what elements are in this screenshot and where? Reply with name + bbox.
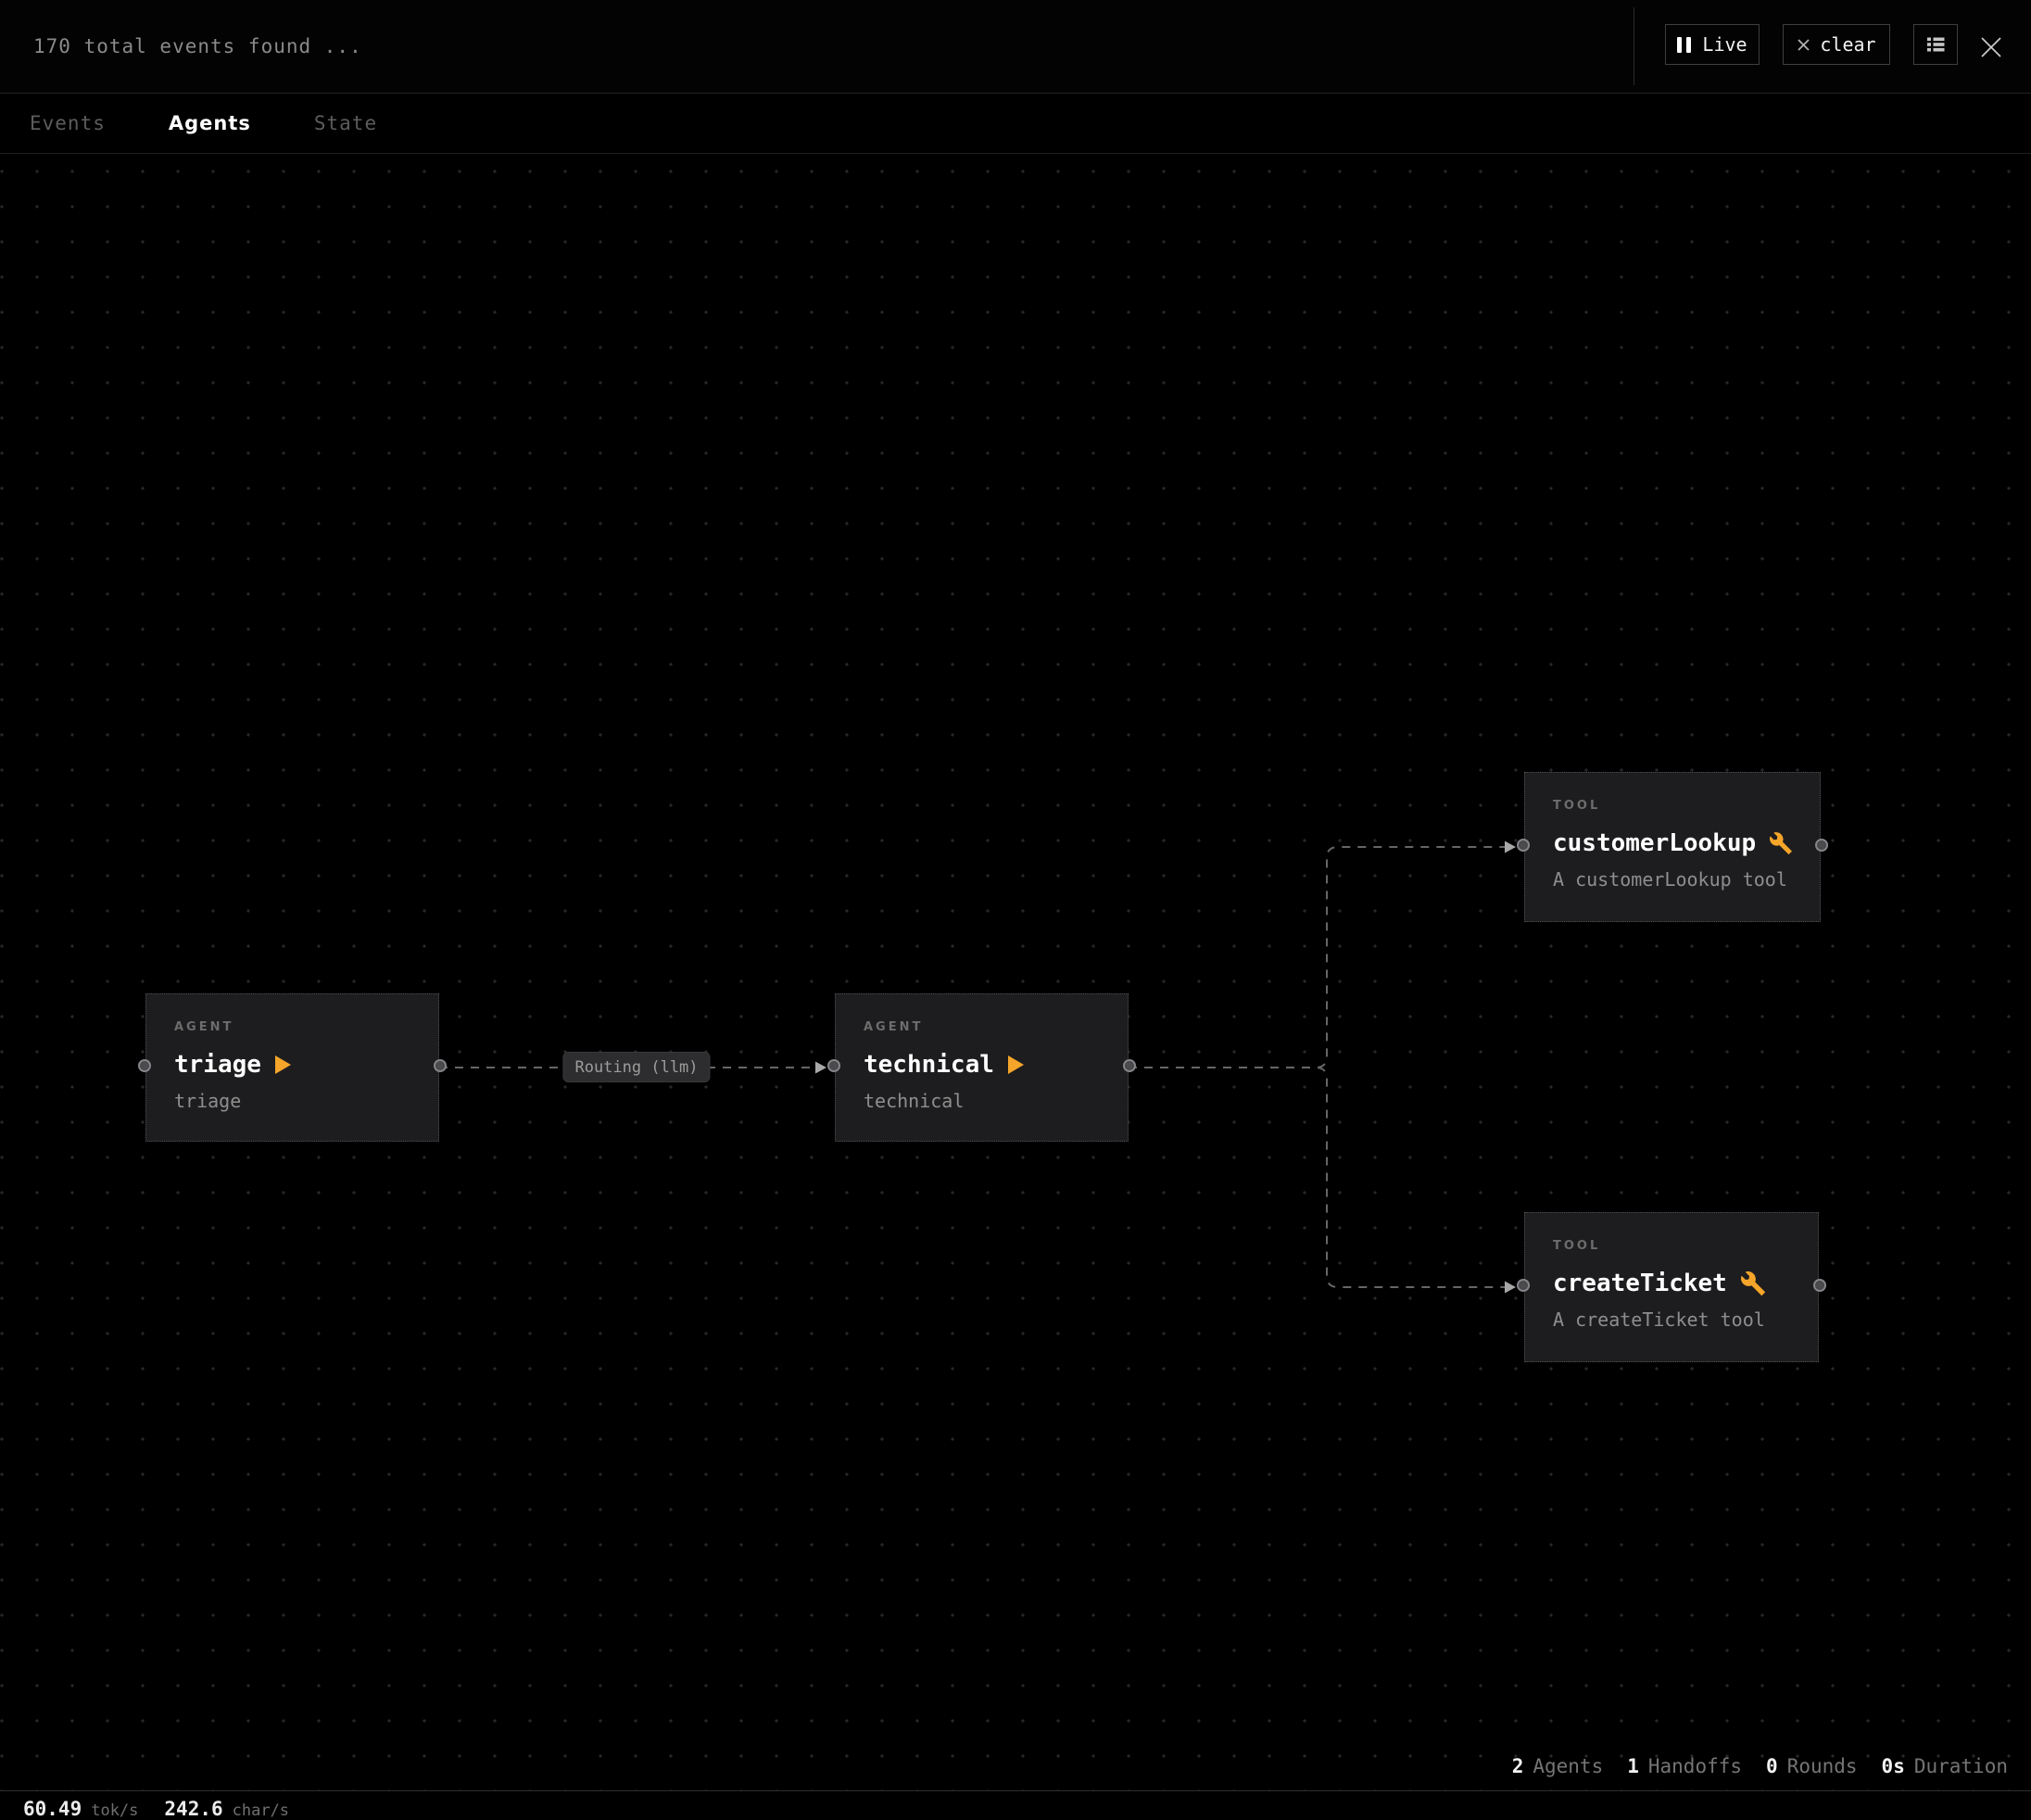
stat-handoffs: 1 Handoffs: [1627, 1755, 1742, 1777]
node-subtitle: technical: [864, 1090, 1100, 1112]
play-icon: [1008, 1055, 1024, 1074]
rate-value: 60.49: [23, 1798, 82, 1820]
clear-button[interactable]: clear: [1783, 24, 1890, 65]
close-icon: [1979, 35, 2003, 59]
arrowhead: [1505, 841, 1516, 853]
node-tool-createticket[interactable]: TOOL createTicket A createTicket tool: [1524, 1212, 1819, 1362]
node-agent-technical[interactable]: AGENT technical technical: [835, 993, 1129, 1142]
agent-flow-canvas[interactable]: Routing (llm) AGENT triage triage AGENT …: [0, 154, 2031, 1790]
input-port[interactable]: [1517, 839, 1530, 852]
wrench-icon: [1741, 1271, 1765, 1295]
stat-label: Agents: [1533, 1755, 1603, 1777]
rate-value: 242.6: [164, 1798, 222, 1820]
tab-events[interactable]: Events: [30, 112, 106, 134]
edge-technical-customerlookup: [1129, 847, 1505, 1068]
run-stats: 2 Agents 1 Handoffs 0 Rounds 0s Duration: [1512, 1755, 2008, 1777]
stat-label: Rounds: [1787, 1755, 1858, 1777]
stat-value: 0s: [1882, 1755, 1905, 1777]
arrowhead: [815, 1062, 826, 1074]
play-icon: [275, 1055, 291, 1074]
edge-layer: [0, 154, 2031, 1790]
edge-label-routing: Routing (llm): [562, 1052, 710, 1082]
top-bar: 170 total events found ... Live clear: [0, 0, 2031, 94]
node-subtitle: A createTicket tool: [1553, 1308, 1790, 1331]
stat-value: 2: [1512, 1755, 1524, 1777]
node-kind-label: AGENT: [174, 1020, 410, 1034]
stat-value: 0: [1766, 1755, 1778, 1777]
rate-chars: 242.6 char/s: [164, 1798, 289, 1820]
live-button-label: Live: [1702, 33, 1747, 56]
node-subtitle: A customerLookup tool: [1553, 868, 1792, 891]
output-port[interactable]: [434, 1059, 447, 1072]
node-title: triage: [174, 1051, 261, 1079]
node-subtitle: triage: [174, 1090, 410, 1112]
event-list-view-button[interactable]: [1913, 24, 1958, 65]
x-icon: [1797, 38, 1810, 52]
node-title: createTicket: [1553, 1270, 1727, 1297]
node-tool-customerlookup[interactable]: TOOL customerLookup A customerLookup too…: [1524, 772, 1821, 922]
tab-state[interactable]: State: [314, 112, 377, 134]
stat-label: Handoffs: [1648, 1755, 1742, 1777]
input-port[interactable]: [827, 1059, 840, 1072]
output-port[interactable]: [1123, 1059, 1136, 1072]
stat-agents: 2 Agents: [1512, 1755, 1604, 1777]
edge-technical-createticket: [1129, 1068, 1505, 1287]
node-kind-label: TOOL: [1553, 1239, 1790, 1253]
rate-label: char/s: [233, 1801, 289, 1820]
node-agent-triage[interactable]: AGENT triage triage: [145, 993, 439, 1142]
pause-icon: [1677, 37, 1691, 53]
node-title: customerLookup: [1553, 829, 1756, 857]
stat-label: Duration: [1914, 1755, 2008, 1777]
node-title: technical: [864, 1051, 994, 1079]
rate-label: tok/s: [91, 1801, 138, 1820]
stat-duration: 0s Duration: [1882, 1755, 2008, 1777]
node-kind-label: AGENT: [864, 1020, 1100, 1034]
stat-rounds: 0 Rounds: [1766, 1755, 1858, 1777]
input-port[interactable]: [1517, 1279, 1530, 1292]
arrowhead: [1505, 1282, 1516, 1294]
events-status-text: 170 total events found ...: [33, 0, 362, 93]
stat-value: 1: [1627, 1755, 1639, 1777]
clear-button-label: clear: [1820, 33, 1875, 56]
rate-tokens: 60.49 tok/s: [23, 1798, 138, 1820]
view-tabs: Events Agents State: [0, 94, 2031, 154]
list-icon: [1924, 33, 1947, 56]
throughput-bar: 60.49 tok/s 242.6 char/s: [0, 1790, 2031, 1820]
close-panel-button[interactable]: [1977, 33, 2005, 61]
output-port[interactable]: [1815, 839, 1828, 852]
wrench-icon: [1770, 831, 1792, 855]
tab-agents[interactable]: Agents: [169, 112, 251, 134]
input-port[interactable]: [138, 1059, 151, 1072]
output-port[interactable]: [1813, 1279, 1826, 1292]
node-kind-label: TOOL: [1553, 799, 1792, 813]
live-toggle-button[interactable]: Live: [1665, 24, 1760, 65]
